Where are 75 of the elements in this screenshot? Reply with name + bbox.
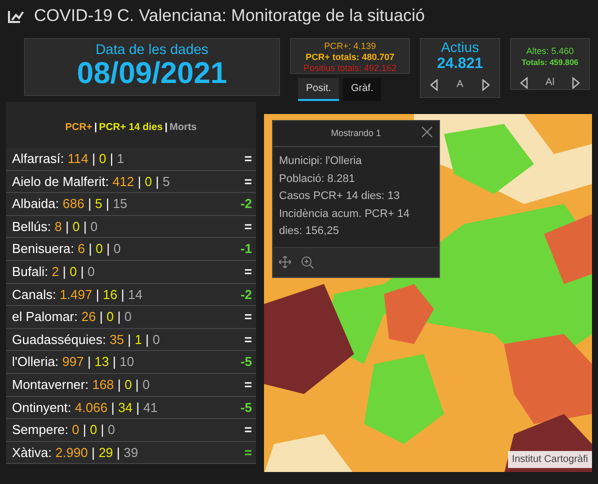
municipality-stats: Guadasséquies: 35 | 1 | 0: [12, 330, 160, 349]
trend-value: =: [244, 150, 252, 168]
trend-value: =: [244, 218, 252, 236]
municipality-stats: Sempere: 0 | 0 | 0: [12, 421, 115, 440]
close-button[interactable]: [421, 125, 433, 138]
municipality-row[interactable]: Albaida: 686 | 5 | 15 -2: [6, 193, 256, 216]
municipality-stats: Canals: 1.497 | 16 | 14: [12, 286, 142, 304]
actius-label: Actius: [440, 39, 480, 55]
trend-value: =: [244, 330, 252, 349]
municipality-stats: Ontinyent: 4.066 | 34 | 41: [12, 398, 158, 417]
trend-value: =: [244, 172, 252, 191]
trend-value: -5: [240, 353, 252, 372]
municipality-stats: el Palomar: 26 | 0 | 0: [12, 308, 132, 326]
municipality-row[interactable]: Canals: 1.497 | 16 | 14 -2: [6, 284, 256, 306]
trend-value: =: [244, 308, 252, 326]
stat-line: PCR+: 4.139: [323, 41, 377, 52]
municipality-stats: Bufali: 2 | 0 | 0: [12, 263, 95, 282]
municipality-row[interactable]: l'Olleria: 997 | 13 | 10 -5: [6, 351, 256, 374]
actius-value: 24.821: [436, 55, 484, 73]
date-value: 08/09/2021: [76, 57, 228, 91]
municipality-row[interactable]: Aielo de Malferit: 412 | 0 | 5 =: [6, 170, 256, 194]
municipality-row[interactable]: Alfarrasí: 114 | 0 | 1 =: [6, 148, 256, 171]
municipality-stats: Bellús: 8 | 0 | 0: [12, 218, 98, 236]
popup-line: Municipi: l'Olleria: [279, 154, 363, 169]
popup-title: Mostrando 1: [330, 126, 382, 140]
municipality-stats: Aielo de Malferit: 412 | 0 | 5: [12, 172, 170, 191]
legend-item: PCR+: [65, 120, 92, 134]
app-logo-icon: [8, 9, 24, 23]
popup-line: Població: 8.281: [279, 172, 356, 186]
trend-value: -1: [240, 240, 252, 258]
stat-line: Positius totals: 492.162: [302, 63, 398, 74]
trend-value: -2: [240, 195, 252, 214]
pager-label: A: [456, 78, 464, 92]
window-title: COVID-19 C. Valenciana: Monitoratge de la situació: [34, 5, 425, 28]
next-button[interactable]: [572, 77, 580, 89]
municipality-stats: Benisuera: 6 | 0 | 0: [12, 240, 121, 258]
legend-item: |: [94, 120, 98, 134]
trend-value: -5: [240, 398, 252, 417]
zoom-in-icon[interactable]: [301, 256, 314, 268]
municipality-row[interactable]: Ontinyent: 4.066 | 34 | 41 -5: [6, 396, 256, 420]
tab[interactable]: Gràf.: [343, 78, 382, 101]
map-attribution: Institut Cartogràfi: [508, 451, 592, 468]
municipality-row[interactable]: Sempere: 0 | 0 | 0 =: [6, 419, 256, 442]
municipality-stats: Xàtiva: 2.990 | 29 | 39: [12, 444, 138, 462]
pager-label: Al: [546, 77, 554, 89]
previous-button[interactable]: [520, 77, 528, 89]
stat-line: Totals: 459.806: [520, 57, 580, 69]
municipality-row[interactable]: Guadasséquies: 35 | 1 | 0 =: [6, 328, 256, 352]
trend-value: =: [244, 376, 252, 394]
legend-item: PCR+ 14 dies: [99, 120, 163, 134]
trend-value: =: [244, 421, 252, 440]
municipality-stats: Alfarrasí: 114 | 0 | 1: [12, 150, 124, 168]
municipality-stats: Albaida: 686 | 5 | 15: [12, 195, 128, 214]
municipality-row[interactable]: Bellús: 8 | 0 | 0 =: [6, 216, 256, 238]
popup-line: Casos PCR+ 14 dies: 13: [279, 189, 401, 204]
pan-icon[interactable]: [279, 256, 291, 268]
municipality-row[interactable]: Xàtiva: 2.990 | 29 | 39 =: [6, 442, 256, 464]
trend-value: =: [244, 263, 252, 282]
trend-value: =: [244, 444, 252, 462]
legend-item: |: [164, 120, 168, 134]
municipality-row[interactable]: el Palomar: 26 | 0 | 0 =: [6, 306, 256, 329]
stat-line: PCR+ totals: 480.707: [304, 52, 396, 63]
previous-button[interactable]: [430, 78, 438, 90]
municipality-row[interactable]: Bufali: 2 | 0 | 0 =: [6, 260, 256, 284]
municipality-row[interactable]: Benisuera: 6 | 0 | 0 -1: [6, 238, 256, 261]
municipality-row[interactable]: Montaverner: 168 | 0 | 0 =: [6, 374, 256, 397]
date-label: Data de les dades: [94, 40, 210, 57]
municipality-stats: Montaverner: 168 | 0 | 0: [12, 376, 150, 394]
next-button[interactable]: [482, 78, 490, 90]
legend-item: Morts: [170, 120, 197, 134]
municipality-stats: l'Olleria: 997 | 13 | 10: [12, 353, 134, 372]
tab[interactable]: Posit.: [298, 78, 340, 101]
popup-line: Incidència acum. PCR+ 14 dies: 156,25: [279, 206, 411, 239]
trend-value: -2: [240, 286, 252, 304]
stat-line: Altes: 5.460: [525, 45, 575, 57]
